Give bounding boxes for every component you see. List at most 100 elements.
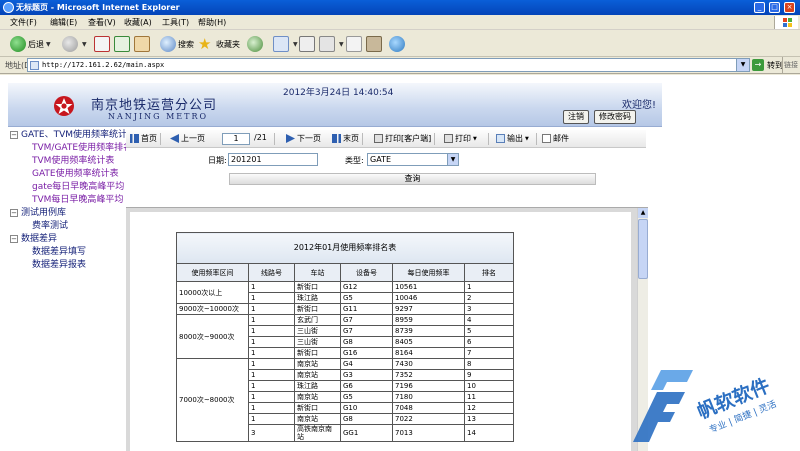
next-page-button[interactable]: 下一页 <box>286 133 321 144</box>
type-label: 类型: <box>345 156 364 165</box>
page-content: 南京地铁运营分公司 NANJING METRO 2012年3月24日 14:40… <box>0 75 800 451</box>
close-button[interactable]: × <box>784 2 795 13</box>
tree-item-fare-test[interactable]: 费率测试 <box>32 220 68 232</box>
tree-node-usage-stats[interactable]: − GATE、TVM使用频率统计 <box>10 129 126 141</box>
last-page-button[interactable]: 末页 <box>332 133 359 144</box>
refresh-icon <box>114 36 130 52</box>
table-cell: G16 <box>340 347 393 359</box>
scroll-up-icon[interactable]: ▲ <box>638 208 648 218</box>
tree-item-tvm-peak[interactable]: TVM每日早晚高峰平均 <box>32 194 123 206</box>
print-button[interactable]: 打印 ▼ <box>444 133 477 144</box>
table-cell: G8 <box>340 336 393 348</box>
table-cell: 1 <box>248 347 295 359</box>
table-cell: 8405 <box>392 336 465 348</box>
prev-page-button[interactable]: 上一页 <box>170 133 205 144</box>
refresh-button[interactable] <box>114 35 132 53</box>
menu-edit[interactable]: 编辑(E) <box>50 17 77 28</box>
column-header: 线路号 <box>248 263 295 282</box>
first-page-icon <box>130 134 139 143</box>
logout-button[interactable]: 注销 <box>563 110 589 124</box>
mail-button[interactable]: 邮件 <box>542 133 569 144</box>
menu-help[interactable]: 帮助(H) <box>198 17 226 28</box>
range-cell: 7000次~8000次 <box>176 358 249 442</box>
table-cell: 6 <box>463 336 515 348</box>
mail-button[interactable]: ▼ <box>273 35 298 53</box>
change-password-button[interactable]: 修改密码 <box>594 110 636 124</box>
address-input[interactable]: http://172.161.2.62/main.aspx ▼ <box>27 58 750 72</box>
first-page-button[interactable]: 首页 <box>130 133 157 144</box>
menu-favorites[interactable]: 收藏(A) <box>124 17 152 28</box>
tree-item-usage-ranking[interactable]: TVM/GATE使用频率排名 <box>32 142 126 154</box>
table-cell: 南京站 <box>294 369 341 381</box>
links-label[interactable]: 链接 <box>782 57 800 73</box>
menu-file[interactable]: 文件(F) <box>10 17 37 28</box>
prev-arrow-icon <box>170 134 179 143</box>
table-cell: 14 <box>463 424 515 442</box>
query-button[interactable]: 查询 <box>229 173 596 185</box>
range-cell: 8000次~9000次 <box>176 314 249 359</box>
discuss-button[interactable] <box>346 35 364 53</box>
table-cell: 8 <box>463 358 515 370</box>
export-icon <box>496 134 505 143</box>
forward-button[interactable]: ▼ <box>62 35 87 53</box>
stop-button[interactable] <box>94 35 112 53</box>
scroll-thumb[interactable] <box>638 219 648 279</box>
export-button[interactable]: 输出 ▼ <box>496 133 529 144</box>
favorites-button[interactable]: ★ 收藏夹 <box>198 35 240 53</box>
tree-item-diff-fill[interactable]: 数据差异填写 <box>32 246 86 258</box>
messenger-button[interactable] <box>389 35 407 53</box>
maximize-button[interactable]: □ <box>769 2 780 13</box>
date-input[interactable]: 201201 <box>228 153 318 166</box>
research-icon <box>366 36 382 52</box>
nanjing-metro-logo-icon <box>54 96 74 116</box>
menu-view[interactable]: 查看(V) <box>88 17 116 28</box>
stop-icon <box>94 36 110 52</box>
tree-node-test-cases[interactable]: − 测试用例库 <box>10 207 66 219</box>
research-button[interactable] <box>366 35 384 53</box>
collapse-icon[interactable]: − <box>10 209 18 217</box>
address-dropdown-icon[interactable]: ▼ <box>736 59 749 71</box>
page-number-input[interactable]: 1 <box>222 133 250 145</box>
table-cell: 高铁南京南站 <box>294 424 341 442</box>
go-button[interactable]: → 转到 <box>752 59 783 71</box>
table-cell: 7013 <box>392 424 465 442</box>
table-row: 9000次~10000次 1 新街口 G11 9297 3 <box>176 303 515 315</box>
type-select[interactable]: GATE ▼ <box>367 153 459 166</box>
table-cell: G3 <box>340 369 393 381</box>
print-client-button[interactable]: 打印[客户端] <box>374 133 431 144</box>
history-button[interactable] <box>247 35 265 53</box>
tree-item-tvm-stats[interactable]: TVM使用频率统计表 <box>32 155 114 167</box>
menu-tools[interactable]: 工具(T) <box>162 17 189 28</box>
minimize-button[interactable]: _ <box>754 2 765 13</box>
search-button[interactable]: 搜索 <box>160 35 194 53</box>
company-name: 南京地铁运营分公司 <box>91 98 218 113</box>
home-button[interactable] <box>134 35 152 53</box>
tree-node-data-diff[interactable]: − 数据差异 <box>10 233 57 245</box>
collapse-icon[interactable]: − <box>10 235 18 243</box>
table-cell: 三山街 <box>294 325 341 337</box>
printer-icon <box>444 134 453 143</box>
chevron-down-icon[interactable]: ▼ <box>447 154 458 165</box>
table-cell: G10 <box>340 402 393 414</box>
table-cell: 9 <box>463 369 515 381</box>
column-header: 使用频率区间 <box>176 263 249 282</box>
edit-button[interactable]: ▼ <box>319 35 344 53</box>
back-button[interactable]: 后退 ▼ <box>10 35 51 53</box>
tree-item-gate-stats[interactable]: GATE使用频率统计表 <box>32 168 119 180</box>
table-cell: 9297 <box>392 303 465 315</box>
welcome-text: 欢迎您! <box>622 100 657 111</box>
address-bar: 地址(D) http://172.161.2.62/main.aspx ▼ → … <box>0 57 800 74</box>
table-cell: 7180 <box>392 391 465 403</box>
table-cell: 8164 <box>392 347 465 359</box>
table-cell: 1 <box>248 380 295 392</box>
table-cell: 10 <box>463 380 515 392</box>
print-button[interactable] <box>299 35 317 53</box>
tree-item-diff-report[interactable]: 数据差异报表 <box>32 259 86 271</box>
table-cell: 南京站 <box>294 413 341 425</box>
table-cell: G5 <box>340 292 393 304</box>
collapse-icon[interactable]: − <box>10 131 18 139</box>
tree-item-gate-peak[interactable]: gate每日早晚高峰平均 <box>32 181 124 193</box>
table-cell: 新街口 <box>294 303 341 315</box>
table-cell: GG1 <box>340 424 393 442</box>
last-page-icon <box>332 134 341 143</box>
